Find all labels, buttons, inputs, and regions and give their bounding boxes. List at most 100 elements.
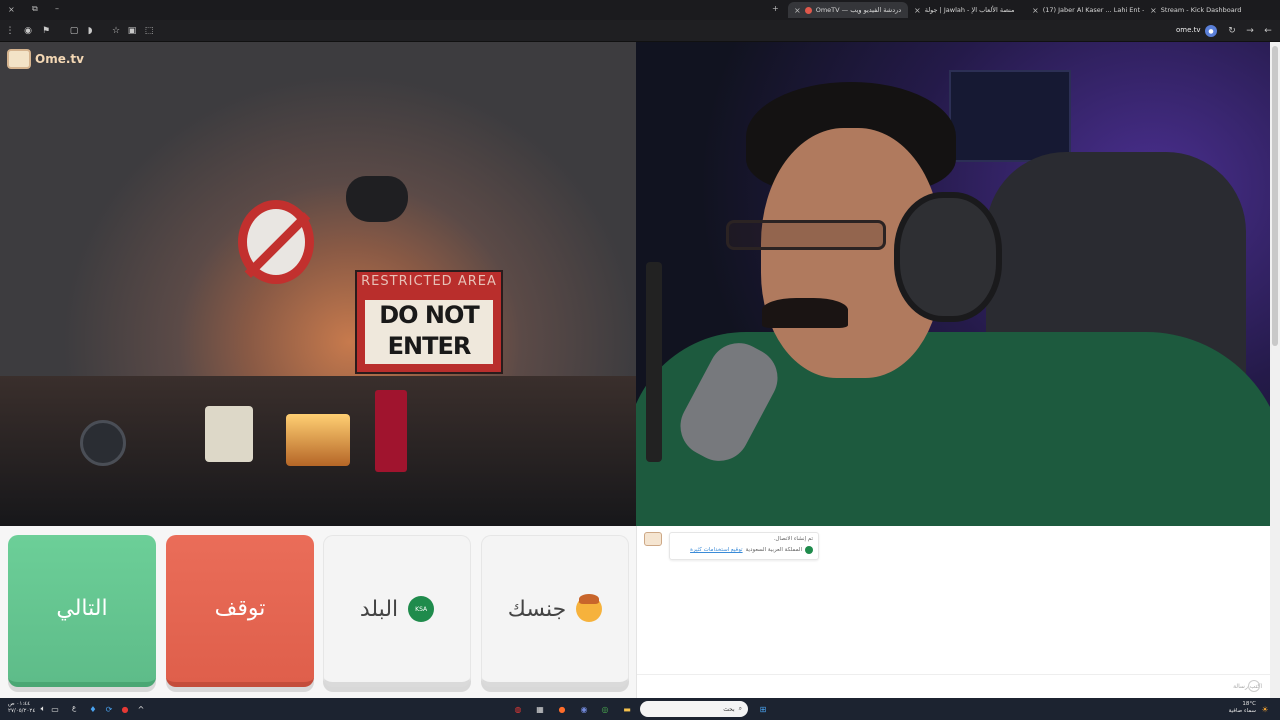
share-icon[interactable]: ⬚ <box>143 25 155 37</box>
forward-icon[interactable]: → <box>1244 25 1256 37</box>
window-restore-icon[interactable]: ⧉ <box>32 4 38 14</box>
ometv-page: RESTRICTED AREA DO NOT ENTER Ome.tv التا… <box>0 42 1280 698</box>
tab-close-icon[interactable]: × <box>914 6 921 15</box>
country-label: البلد <box>359 596 399 622</box>
back-icon[interactable]: ← <box>1262 25 1274 37</box>
desk-clock <box>80 420 126 466</box>
tray-app-icon[interactable]: ● <box>118 702 132 716</box>
sign-top-text: RESTRICTED AREA <box>361 274 497 289</box>
site-info-icon[interactable]: ● <box>1205 25 1217 37</box>
weather-temp: 18°C <box>1242 701 1256 707</box>
tab-kick[interactable]: × Stream - Kick Dashboard <box>1144 2 1264 18</box>
tab-youtube[interactable]: × (17) Jaber Al Kaser ... Lahi Ent - <box>1026 2 1144 18</box>
gender-button[interactable]: جنسك <box>481 535 629 687</box>
chrome-icon[interactable]: ◎ <box>598 702 612 716</box>
tab-title: OmeTV — دردشة الفيديو ويب <box>815 6 902 14</box>
page-scrollbar[interactable] <box>1270 42 1280 698</box>
next-label: التالي <box>56 596 108 621</box>
tray-app-icon[interactable]: ⟳ <box>102 702 116 716</box>
report-link[interactable]: توقيع استخدامات كثيرة <box>690 547 743 553</box>
reload-icon[interactable]: ↻ <box>1226 25 1238 37</box>
weather-sun-icon: ☀ <box>1261 704 1269 714</box>
taskbar-search[interactable]: بحث ⌕ <box>640 701 748 717</box>
tab-title: جولة | Jawlah - منصة الألعاب الإ <box>924 6 1015 14</box>
country-info-row: المملكة العربية السعودية توقيع استخدامات… <box>675 546 813 554</box>
scrollbar-thumb[interactable] <box>1272 46 1278 346</box>
tab-ometv[interactable]: × OmeTV — دردشة الفيديو ويب <box>788 2 908 18</box>
menu-icon[interactable]: ⋮ <box>4 25 16 37</box>
browser-tab-bar: × ⧉ – + × OmeTV — دردشة الفيديو ويب × جو… <box>0 0 1280 20</box>
stop-button[interactable]: توقف <box>166 535 314 687</box>
gamepad-wall-decor <box>346 176 408 222</box>
emoji-icon[interactable] <box>1248 680 1260 692</box>
tab-close-icon[interactable]: × <box>794 6 801 15</box>
stranger-video: RESTRICTED AREA DO NOT ENTER Ome.tv <box>0 42 636 526</box>
browser-toolbar: ⋮ ◉ ⚑ ▢ ◗ ☆ ▣ ⬚ ome.tv ● ↻ → ← <box>0 20 1280 42</box>
tab-title: (17) Jaber Al Kaser ... Lahi Ent - <box>1042 6 1144 14</box>
language-indicator[interactable]: ع <box>72 704 76 712</box>
red-cup <box>375 390 407 472</box>
person-mustache <box>762 298 848 328</box>
extension-icon[interactable]: ◉ <box>22 25 34 37</box>
address-bar[interactable]: ome.tv <box>1176 26 1201 34</box>
file-explorer-icon[interactable]: ▬ <box>620 702 634 716</box>
do-not-enter-sign: RESTRICTED AREA DO NOT ENTER <box>355 270 503 374</box>
tray-overflow-chevron-icon[interactable]: ^ <box>134 702 148 716</box>
tab-jawlah[interactable]: × جولة | Jawlah - منصة الألعاب الإ <box>908 2 1026 18</box>
tab-close-icon[interactable]: × <box>1032 6 1039 15</box>
tv-logo-icon <box>7 49 31 69</box>
weather-widget[interactable]: 18°C سماء صافية <box>1226 701 1256 715</box>
connection-message: تم إنشاء الاتصال. <box>773 536 813 542</box>
search-icon: ⌕ <box>738 705 742 712</box>
next-button[interactable]: التالي <box>8 535 156 687</box>
country-name: المملكة العربية السعودية <box>745 547 802 553</box>
self-video <box>636 42 1280 526</box>
new-tab-button[interactable]: + <box>772 4 779 13</box>
discord-icon[interactable]: ◉ <box>577 702 591 716</box>
app-icon[interactable]: ▦ <box>533 702 547 716</box>
ometv-logo[interactable]: Ome.tv <box>7 49 84 69</box>
tab-search-icon[interactable]: ▣ <box>126 25 138 37</box>
tray-app-icon[interactable]: ♦ <box>86 702 100 716</box>
saudi-flag-icon: KSA <box>408 596 435 622</box>
clock[interactable]: ٠١:٤٤ ص ٢٧/٠٥/٢٠٢٤ <box>8 701 36 715</box>
chat-input[interactable]: اكتب رسالة <box>637 674 1270 698</box>
windows-start-icon[interactable]: ⊞ <box>756 702 770 716</box>
network-icon[interactable]: ▭ <box>48 702 62 716</box>
saudi-flag-icon <box>805 546 813 554</box>
taskbar: 18°C سماء صافية ☀ ⊞ بحث ⌕ ▬ ◎ ◉ ● ▦ ◍ ٠١… <box>0 698 1280 720</box>
wall-poster <box>949 70 1071 162</box>
logo-text: Ome.tv <box>35 52 84 66</box>
recording-app-icon[interactable]: ◍ <box>511 702 525 716</box>
headphones <box>894 192 1002 322</box>
no-smoking-sign <box>238 200 314 284</box>
person-glasses <box>726 220 886 250</box>
extension-icon[interactable]: ⚑ <box>40 25 52 37</box>
window-minimize-icon[interactable]: – <box>55 4 59 13</box>
date: ٢٧/٠٥/٢٠٢٤ <box>8 708 36 714</box>
extension-icon[interactable]: ▢ <box>68 25 80 37</box>
time: ٠١:٤٤ ص <box>8 701 31 707</box>
weather-desc: سماء صافية <box>1228 708 1256 714</box>
sign-main-text: DO NOT ENTER <box>365 300 493 364</box>
ometv-chat-logo-icon <box>644 532 662 546</box>
gender-label: جنسك <box>507 596 567 622</box>
system-message: تم إنشاء الاتصال. المملكة العربية السعود… <box>669 532 819 560</box>
firefox-icon[interactable]: ● <box>555 702 569 716</box>
chat-panel: تم إنشاء الاتصال. المملكة العربية السعود… <box>636 526 1270 698</box>
mug <box>205 406 253 462</box>
country-button[interactable]: البلد KSA <box>323 535 471 687</box>
ometv-favicon-icon <box>804 6 812 14</box>
control-panel: التالي توقف البلد KSA جنسك <box>0 526 636 698</box>
sign-line-1: DO NOT <box>379 301 480 329</box>
tab-close-icon[interactable]: × <box>1150 6 1157 15</box>
mic-arm <box>646 262 662 462</box>
candle <box>286 414 350 466</box>
boy-avatar-icon <box>576 594 603 622</box>
sign-line-2: ENTER <box>387 332 472 360</box>
tab-title: Stream - Kick Dashboard <box>1160 6 1242 14</box>
search-placeholder: بحث <box>723 705 735 713</box>
bookmark-star-icon[interactable]: ☆ <box>110 25 122 37</box>
translate-icon[interactable]: ◗ <box>84 25 96 37</box>
window-close-icon[interactable]: × <box>8 5 15 14</box>
